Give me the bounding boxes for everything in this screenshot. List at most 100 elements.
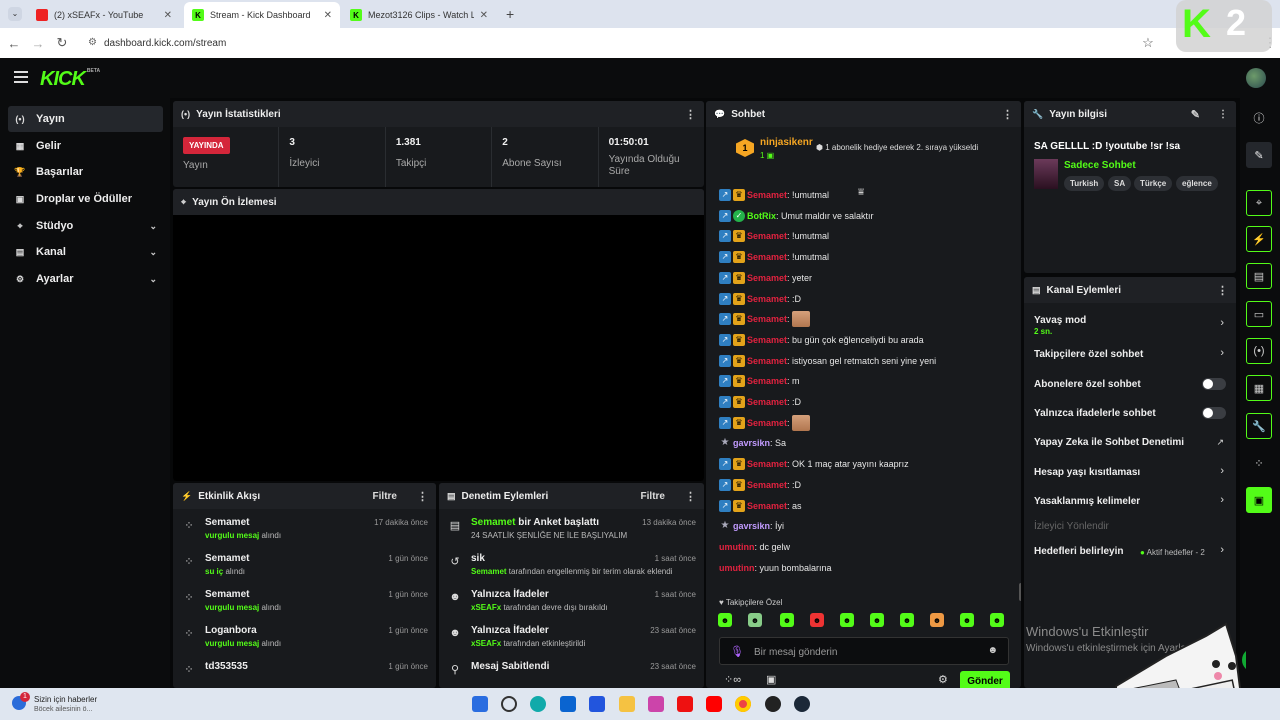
subscribers-only-toggle[interactable] [1202, 378, 1226, 390]
chat-username[interactable]: Semamet [747, 231, 787, 241]
chat-username[interactable]: Semamet [747, 314, 787, 324]
gear-icon[interactable]: ⚙ [938, 673, 948, 686]
site-info-icon[interactable]: ⚙ [88, 37, 100, 49]
netflix-icon[interactable] [677, 696, 693, 712]
emote-icon[interactable]: ☻ [810, 613, 824, 627]
chat-message[interactable]: ↗ ♛ Semamet: m [719, 372, 800, 390]
lightning-icon[interactable]: ⚡ [1246, 226, 1272, 252]
close-icon[interactable]: ✕ [480, 10, 488, 21]
chat-message[interactable]: ↗ ♛ Semamet: as [719, 497, 802, 515]
chat-input[interactable]: 🎙 Bir mesaj gönderin ☻ [719, 637, 1009, 665]
chat-username[interactable]: umutinn [719, 542, 755, 552]
sidebar-item-yayin[interactable]: (•) Yayın [8, 106, 163, 132]
kick-points-icon[interactable]: ⁘ [1246, 450, 1272, 476]
folder-icon[interactable] [619, 696, 635, 712]
chat-message[interactable]: ↗ ♛ Semamet: bu gün çok eğlenceliydi bu ar… [719, 331, 924, 349]
emote-icon[interactable]: ☻ [748, 613, 762, 627]
emote-icon[interactable]: ☻ [718, 613, 732, 627]
youtube-icon[interactable] [706, 696, 722, 712]
chat-username[interactable]: umutinn [719, 563, 755, 573]
sidebar-item-studyo[interactable]: ⌖ Stüdyo ⌄ [8, 213, 163, 239]
emote-icon[interactable]: ☻ [930, 613, 944, 627]
sidebar-item-droplar[interactable]: ▣ Droplar ve Ödüller [8, 186, 163, 212]
activity-row[interactable]: ⁘ td353535 1 gün önce [173, 657, 436, 688]
chat-username[interactable]: gavrsikn [733, 521, 770, 531]
reload-icon[interactable]: ↻ [54, 35, 70, 51]
chat-message[interactable]: ↗ ♛ Semamet: [719, 414, 810, 432]
chat-message[interactable]: ↗ ♛ Semamet: :D [719, 476, 801, 494]
send-button[interactable]: Gönder [960, 671, 1010, 688]
chat-username[interactable]: Semamet [747, 418, 787, 428]
forward-icon[interactable]: → [30, 35, 46, 51]
document-icon[interactable]: ▤ [1246, 263, 1272, 289]
emoji-icon[interactable]: ☻ [987, 645, 998, 656]
emote-icon[interactable]: ☻ [840, 613, 854, 627]
chat-message[interactable]: umutinn: dc gelw [719, 538, 790, 556]
chat-username[interactable]: Semamet [747, 356, 787, 366]
chat-message[interactable]: ↗ ♛ Semamet: istiyosan gel retmatch seni y… [719, 352, 936, 370]
chat-icon[interactable]: ▭ [1246, 301, 1272, 327]
chat-scrollbar[interactable] [1019, 583, 1021, 601]
chat-message[interactable]: ↗ ♛ Semamet: !umutmal [719, 227, 829, 245]
chat-message[interactable]: ↗ ♛ Semamet: :D [719, 290, 801, 308]
avatar[interactable] [1246, 68, 1266, 88]
news-widget[interactable]: 1 Sizin için haberler Böcek ailesinin ö.… [12, 692, 132, 716]
url-field[interactable]: ⚙ dashboard.kick.com/stream [84, 33, 1164, 53]
emote-icon[interactable]: ☻ [780, 613, 794, 627]
kick-points-icon[interactable]: ⁘∞ [724, 673, 741, 686]
emote-icon[interactable]: ☻ [900, 613, 914, 627]
filter-button[interactable]: Filtre [641, 491, 665, 502]
github-icon[interactable] [765, 696, 781, 712]
chat-message[interactable]: ↗ ♛ Semamet: OK 1 maç atar yayını kaaprız [719, 455, 909, 473]
chat-message[interactable]: ↗ ♛ Semamet: [719, 310, 810, 328]
moderation-row[interactable]: ☻ Yalnızca İfadeler 23 saat önce xSEAFx … [439, 621, 704, 657]
sidebar-item-kanal[interactable]: ▤ Kanal ⌄ [8, 239, 163, 265]
edit-icon[interactable]: ✎ [1246, 142, 1272, 168]
chat-message[interactable]: ↗ ♛ Semamet: yeter [719, 269, 812, 287]
info-icon[interactable]: ⓘ [1246, 105, 1272, 131]
chat-message[interactable]: umutinn: yuun bombalarına [719, 559, 832, 577]
collapse-icon[interactable]: ⩸ [858, 187, 870, 198]
windows-start-icon[interactable] [472, 696, 488, 712]
more-icon[interactable]: ⋮ [1217, 284, 1228, 297]
edit-icon[interactable]: ✎ [1191, 108, 1200, 121]
bookmark-star-icon[interactable]: ☆ [1140, 35, 1156, 51]
stream-category[interactable]: Sadece Sohbet [1064, 160, 1136, 171]
wrench-icon[interactable]: 🔧 [1246, 413, 1272, 439]
filter-button[interactable]: Filtre [373, 491, 397, 502]
actions-icon[interactable]: ▦ [1246, 375, 1272, 401]
broadcast-icon[interactable]: (•) [1246, 338, 1272, 364]
chat-username[interactable]: Semamet [747, 459, 787, 469]
more-icon[interactable]: ⋮ [685, 108, 696, 121]
kick-logo[interactable]: KICK BETA [40, 68, 100, 91]
edge-icon[interactable] [530, 696, 546, 712]
chat-username[interactable]: Semamet [747, 397, 787, 407]
moderation-row[interactable]: ☻ Yalnızca İfadeler 1 saat önce xSEAFx t… [439, 585, 704, 621]
new-tab-icon[interactable]: + [506, 6, 514, 22]
steam-icon[interactable] [794, 696, 810, 712]
hamburger-icon[interactable] [14, 71, 28, 83]
kick-app-icon[interactable]: ▣ [1246, 487, 1272, 513]
store-icon[interactable]: ▣ [766, 673, 776, 686]
activity-row[interactable]: ⁘ Semamet 1 gün önce su iç alındı [173, 549, 436, 585]
search-icon[interactable] [501, 696, 517, 712]
chat-message[interactable]: ★ gavrsikn: İyi [719, 517, 785, 535]
chat-username[interactable]: Semamet [747, 480, 787, 490]
tab-kick-clips[interactable]: K Mezot3126 Clips - Watch Live o ✕ [342, 4, 496, 26]
store-icon[interactable] [589, 696, 605, 712]
chat-username[interactable]: gavrsikn [733, 438, 770, 448]
copilot-icon[interactable] [648, 696, 664, 712]
chat-username[interactable]: Semamet [747, 273, 787, 283]
chat-message[interactable]: ★ gavrsikn: Sa [719, 434, 787, 452]
chat-username[interactable]: Semamet [747, 252, 787, 262]
more-icon[interactable]: ⋮ [685, 490, 696, 503]
video-preview[interactable] [173, 215, 704, 481]
back-icon[interactable]: ← [6, 35, 22, 51]
chat-message[interactable]: ↗ ✓ BotRix: Umut maldır ve salaktır [719, 207, 874, 225]
outlook-icon[interactable] [560, 696, 576, 712]
chat-username[interactable]: Semamet [747, 376, 787, 386]
emote-icon[interactable]: ☻ [990, 613, 1004, 627]
more-icon[interactable]: ⋮ [417, 490, 428, 503]
sidebar-item-ayarlar[interactable]: ⚙ Ayarlar ⌄ [8, 266, 163, 292]
chat-message[interactable]: ↗ ♛ Semamet: !umutmal [719, 248, 829, 266]
